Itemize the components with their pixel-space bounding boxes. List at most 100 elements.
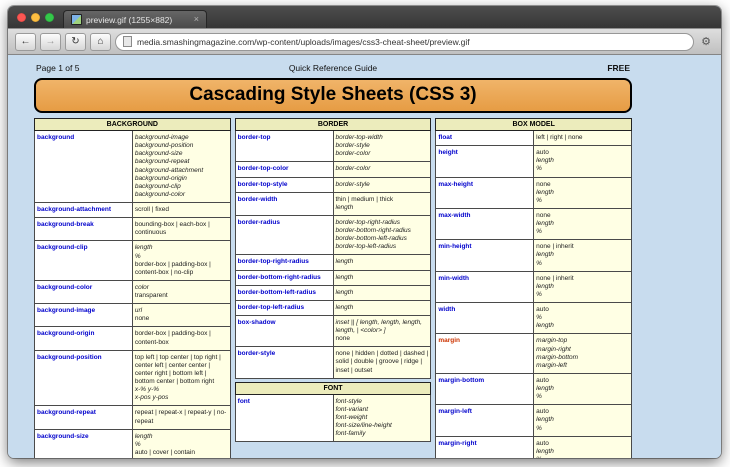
- table-row: margin-bottomautolength%: [436, 373, 632, 404]
- value-line: border-top-width: [336, 134, 429, 142]
- property-values: none | hidden | dotted | dashed | solid …: [333, 347, 431, 378]
- value-line: length: [536, 448, 629, 456]
- property-values: nonelength%: [534, 208, 632, 239]
- value-line: margin-left: [536, 362, 629, 370]
- minimize-window-button[interactable]: [31, 13, 40, 22]
- table-row: margin-leftautolength%: [436, 405, 632, 436]
- value-line: border-color: [336, 150, 429, 158]
- property-name: background-attachment: [35, 203, 133, 218]
- column-box-model: BOX MODELfloatleft | right | noneheighta…: [435, 118, 632, 458]
- reload-button[interactable]: ↻: [65, 33, 86, 51]
- value-line: x-% y-%: [135, 386, 228, 394]
- property-values: thin | medium | thicklength: [333, 192, 431, 215]
- table-row: max-widthnonelength%: [436, 208, 632, 239]
- ref-table-background: BACKGROUNDbackgroundbackground-imageback…: [34, 118, 231, 458]
- table-header: BOX MODEL: [436, 119, 632, 131]
- value-line: %: [536, 314, 629, 322]
- tab-strip: preview.gif (1255×882) ×: [8, 6, 721, 28]
- property-name: min-width: [436, 271, 534, 302]
- table-row: backgroundbackground-imagebackground-pos…: [35, 131, 231, 203]
- value-line: border-bottom-left-radius: [336, 235, 429, 243]
- ref-table-font: FONTfontfont-stylefont-variantfont-weigh…: [235, 382, 432, 443]
- value-line: border-top-right-radius: [336, 219, 429, 227]
- value-line: none: [336, 335, 429, 343]
- property-values: border-top-right-radiusborder-bottom-rig…: [333, 215, 431, 255]
- property-name: border-top-right-radius: [235, 255, 333, 270]
- value-line: border-style: [336, 142, 429, 150]
- browser-tab[interactable]: preview.gif (1255×882) ×: [63, 10, 207, 28]
- wrench-icon: ⚙: [701, 36, 711, 48]
- property-values: border-style: [333, 177, 431, 192]
- table-row: border-radiusborder-top-right-radiusbord…: [235, 215, 431, 255]
- property-name: margin: [436, 334, 534, 374]
- property-values: autolength%: [534, 436, 632, 458]
- property-name: margin-bottom: [436, 373, 534, 404]
- value-line: none | inherit: [536, 243, 629, 251]
- property-name: min-height: [436, 240, 534, 271]
- property-values: length%border-box | padding-box | conten…: [132, 241, 230, 281]
- value-line: %: [536, 456, 629, 458]
- value-line: auto: [536, 440, 629, 448]
- table-row: border-top-left-radiuslength: [235, 300, 431, 315]
- value-line: %: [536, 393, 629, 401]
- tab-close-icon[interactable]: ×: [194, 15, 199, 24]
- table-row: margin-rightautolength%: [436, 436, 632, 458]
- value-line: margin-right: [536, 346, 629, 354]
- table-row: border-stylenone | hidden | dotted | das…: [235, 347, 431, 378]
- property-values: autolength%: [534, 373, 632, 404]
- value-line: length: [536, 157, 629, 165]
- value-line: length: [536, 322, 629, 330]
- value-line: border-box | padding-box | content-box |…: [135, 261, 228, 277]
- value-line: left | right | none: [536, 134, 629, 142]
- table-row: border-top-right-radiuslength: [235, 255, 431, 270]
- value-line: margin-bottom: [536, 354, 629, 362]
- property-values: length: [333, 255, 431, 270]
- back-button[interactable]: ←: [15, 33, 36, 51]
- table-row: background-positiontop left | top center…: [35, 350, 231, 406]
- column-background: BACKGROUNDbackgroundbackground-imageback…: [34, 118, 231, 458]
- property-values: urlnone: [132, 304, 230, 327]
- property-name: background-clip: [35, 241, 133, 281]
- value-line: none | hidden | dotted | dashed | solid …: [336, 350, 429, 374]
- property-values: colortransparent: [132, 280, 230, 303]
- zoom-window-button[interactable]: [45, 13, 54, 22]
- home-button[interactable]: ⌂: [90, 33, 111, 51]
- property-name: max-width: [436, 208, 534, 239]
- table-row: min-widthnone | inheritlength%: [436, 271, 632, 302]
- reload-icon: ↻: [71, 36, 79, 47]
- table-row: background-originborder-box | padding-bo…: [35, 327, 231, 350]
- ref-table-border: BORDERborder-topborder-top-widthborder-s…: [235, 118, 432, 379]
- table-row: widthauto%length: [436, 303, 632, 334]
- value-line: background-clip: [135, 183, 228, 191]
- property-values: length: [333, 285, 431, 300]
- value-line: length: [536, 220, 629, 228]
- value-line: %: [536, 197, 629, 205]
- property-name: border-top-left-radius: [235, 300, 333, 315]
- property-values: autolength%: [534, 405, 632, 436]
- tab-title: preview.gif (1255×882): [86, 15, 172, 25]
- table-row: background-repeatrepeat | repeat-x | rep…: [35, 406, 231, 429]
- value-line: margin-top: [536, 337, 629, 345]
- wrench-menu-button[interactable]: ⚙: [698, 35, 714, 48]
- property-values: margin-topmargin-rightmargin-bottommargi…: [534, 334, 632, 374]
- value-line: %: [536, 291, 629, 299]
- header-free-label: FREE: [434, 63, 630, 73]
- forward-button[interactable]: →: [40, 33, 61, 51]
- property-values: scroll | fixed: [132, 203, 230, 218]
- page-icon: [123, 36, 132, 47]
- value-line: none | inherit: [536, 275, 629, 283]
- table-row: floatleft | right | none: [436, 131, 632, 146]
- address-bar[interactable]: media.smashingmagazine.com/wp-content/up…: [115, 33, 694, 51]
- tab-favicon-icon: [71, 14, 82, 25]
- value-line: length: [336, 289, 429, 297]
- property-name: background-repeat: [35, 406, 133, 429]
- table-columns: BACKGROUNDbackgroundbackground-imageback…: [34, 118, 632, 458]
- value-line: none: [536, 212, 629, 220]
- property-values: nonelength%: [534, 177, 632, 208]
- value-line: font-variant: [336, 406, 429, 414]
- value-line: x-pos y-pos: [135, 394, 228, 402]
- table-row: fontfont-stylefont-variantfont-weightfon…: [235, 394, 431, 442]
- value-line: font-weight: [336, 414, 429, 422]
- table-row: marginmargin-topmargin-rightmargin-botto…: [436, 334, 632, 374]
- close-window-button[interactable]: [17, 13, 26, 22]
